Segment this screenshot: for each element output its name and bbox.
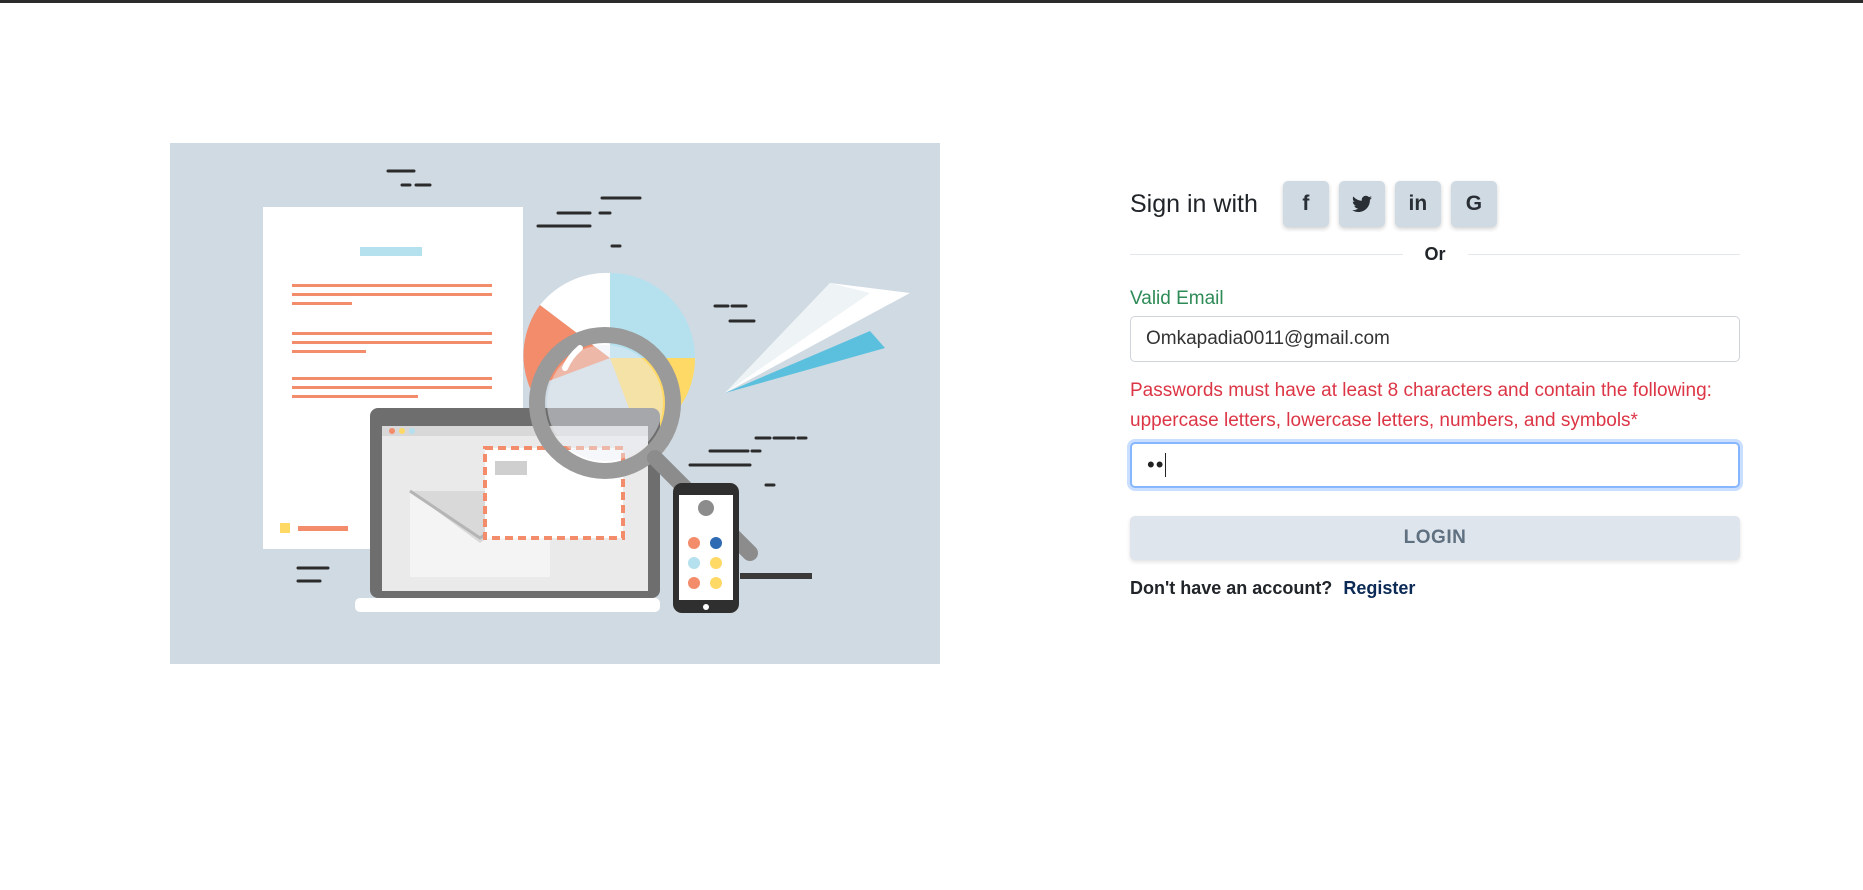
divider-line-right <box>1467 253 1741 255</box>
top-border <box>0 0 1863 3</box>
google-icon: G <box>1465 192 1483 215</box>
google-signin-button[interactable]: G <box>1450 181 1497 227</box>
password-input[interactable]: •• <box>1130 442 1740 488</box>
email-input[interactable]: Omkapadia0011@gmail.com <box>1130 316 1740 362</box>
email-valid-label: Valid Email <box>1130 288 1224 309</box>
social-signin-row: Sign in with f in G <box>1130 180 1740 228</box>
email-value: Omkapadia0011@gmail.com <box>1146 328 1390 349</box>
twitter-signin-button[interactable] <box>1338 181 1385 227</box>
login-button[interactable]: LOGIN <box>1130 516 1740 560</box>
divider-text: Or <box>1424 243 1446 264</box>
login-form: Sign in with f in G Or Valid Email Omkap… <box>1130 180 1741 599</box>
linkedin-icon: in <box>1408 192 1428 215</box>
email-marketing-illustration <box>170 143 940 664</box>
twitter-icon <box>1351 195 1372 212</box>
register-link[interactable]: Register <box>1343 578 1415 598</box>
signin-label: Sign in with <box>1130 189 1258 218</box>
register-prompt: Don't have an account? Register <box>1130 578 1740 599</box>
facebook-icon: f <box>1302 192 1310 215</box>
no-account-text: Don't have an account? <box>1130 578 1333 598</box>
password-masked-value: •• <box>1147 452 1165 477</box>
or-divider: Or <box>1130 242 1741 266</box>
facebook-signin-button[interactable]: f <box>1282 181 1329 227</box>
text-caret <box>1165 453 1167 477</box>
divider-line-left <box>1130 253 1403 255</box>
password-error-message: Passwords must have at least 8 character… <box>1130 380 1712 431</box>
linkedin-signin-button[interactable]: in <box>1394 181 1441 227</box>
